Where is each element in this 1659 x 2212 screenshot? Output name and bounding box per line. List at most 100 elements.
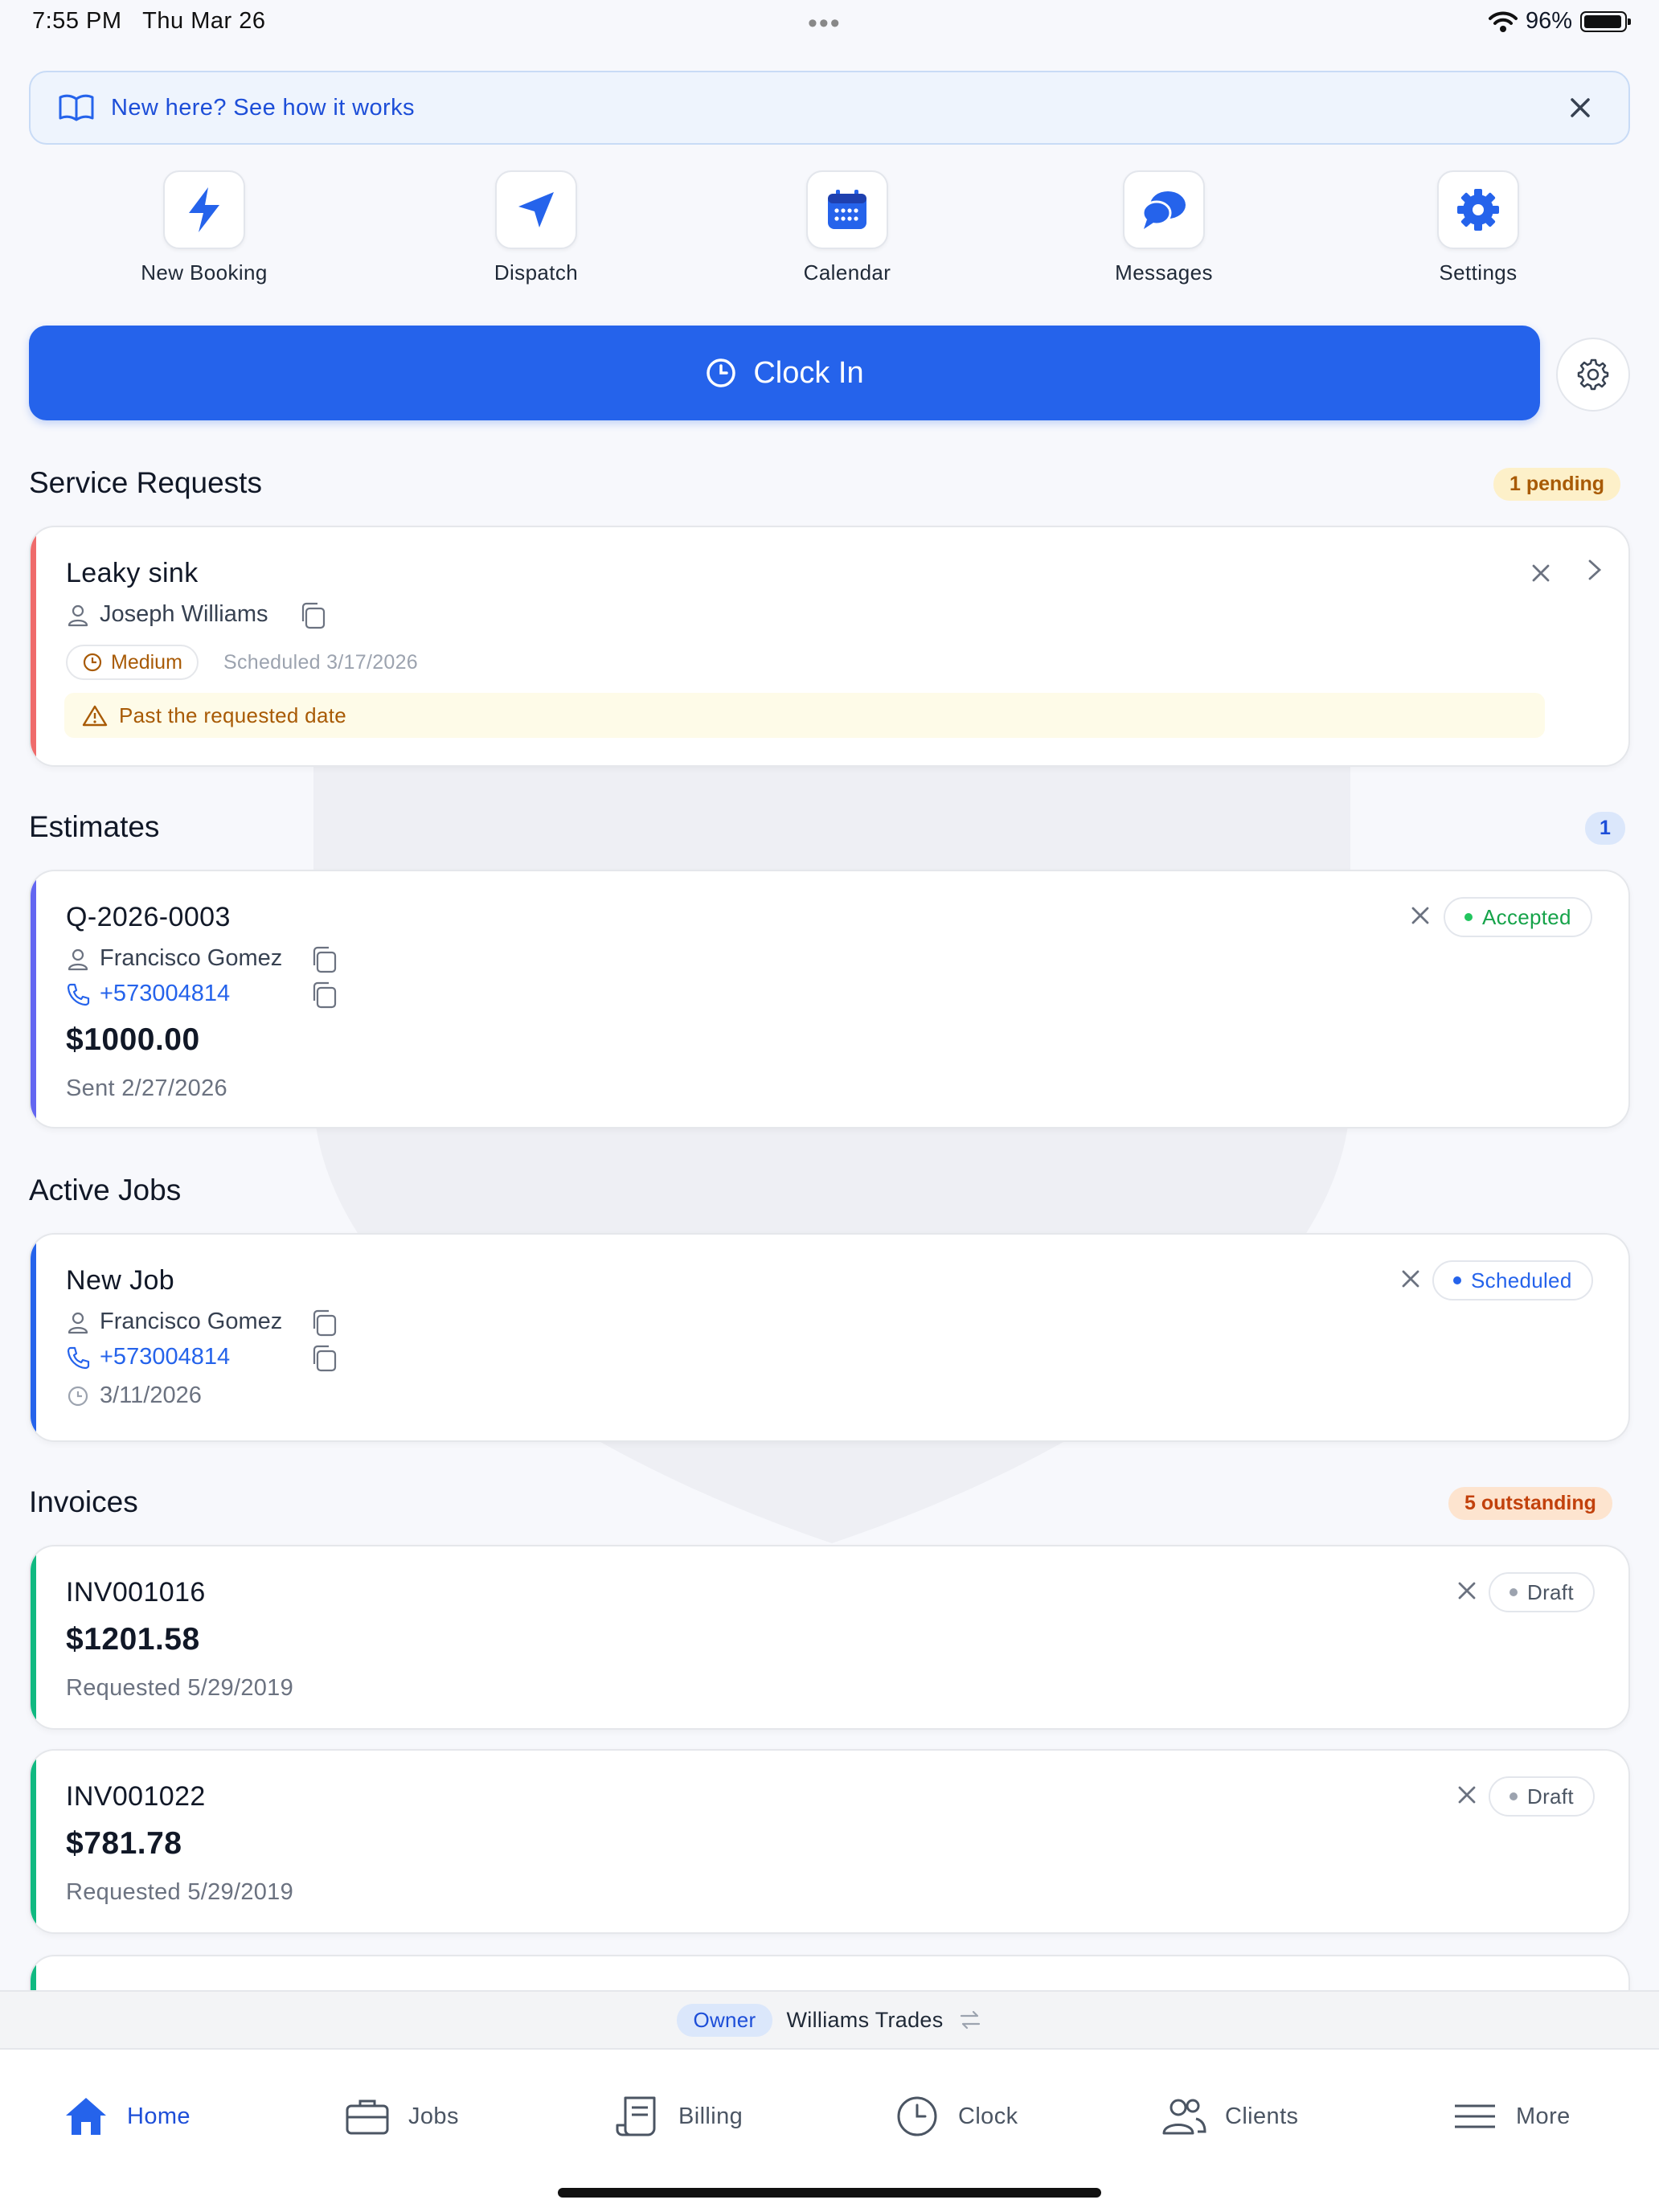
dismiss-icon[interactable]: [1453, 1781, 1481, 1809]
status-badge: Draft: [1489, 1572, 1595, 1612]
tab-jobs[interactable]: Jobs: [344, 2095, 459, 2138]
gear-icon: [1457, 189, 1499, 231]
receipt-icon: [616, 2096, 656, 2136]
quick-action-dispatch[interactable]: Dispatch: [456, 170, 616, 285]
clock-in-label: Clock In: [753, 355, 864, 390]
copy-icon[interactable]: [310, 1344, 339, 1373]
job-title: New Job: [66, 1265, 175, 1296]
tab-home[interactable]: Home: [63, 2095, 190, 2138]
quick-action-messages[interactable]: Messages: [1083, 170, 1244, 285]
estimates-count-badge: 1: [1585, 812, 1625, 845]
user-icon: [68, 604, 88, 626]
status-badge: Accepted: [1444, 897, 1592, 937]
client-row: Francisco Gomez: [66, 945, 282, 972]
estimate-amount: $1000.00: [66, 1022, 200, 1057]
phone-row[interactable]: +573004814: [66, 1344, 230, 1370]
calendar-icon: [828, 190, 866, 229]
copy-icon[interactable]: [310, 1309, 339, 1337]
scheduled-date: Scheduled 3/17/2026: [223, 651, 419, 674]
phone-row[interactable]: +573004814: [66, 981, 230, 1007]
service-request-title: Leaky sink: [66, 558, 199, 588]
status-indicators: 96%: [1488, 8, 1631, 35]
warning-icon: [82, 705, 108, 727]
requested-date: Requested 5/29/2019: [66, 1879, 294, 1905]
quick-action-settings[interactable]: Settings: [1398, 170, 1559, 285]
gear-icon: [1577, 358, 1609, 391]
dismiss-icon[interactable]: [1453, 1577, 1481, 1604]
tab-clock[interactable]: Clock: [894, 2095, 1018, 2138]
clock-settings-button[interactable]: [1556, 338, 1630, 412]
clock-icon: [83, 653, 102, 672]
user-icon: [68, 948, 88, 970]
client-name: Joseph Williams: [100, 601, 268, 627]
quick-action-new-booking[interactable]: New Booking: [124, 170, 285, 285]
phone-number[interactable]: +573004814: [100, 981, 230, 1007]
close-icon[interactable]: [1564, 92, 1596, 124]
job-card[interactable]: New Job Francisco Gomez +573004814 3/11/…: [29, 1233, 1630, 1442]
service-requests-title: Service Requests: [29, 466, 262, 499]
swap-icon[interactable]: [958, 2008, 982, 2032]
status-dot: [1453, 1276, 1461, 1284]
tab-clients[interactable]: Clients: [1161, 2095, 1298, 2138]
book-icon: [59, 94, 94, 121]
client-name: Francisco Gomez: [100, 1309, 283, 1334]
status-label: Draft: [1527, 1579, 1574, 1604]
menu-icon: [1455, 2104, 1495, 2128]
copy-icon[interactable]: [310, 945, 339, 974]
battery-percent: 96%: [1525, 8, 1572, 34]
banner-text[interactable]: New here? See how it works: [111, 95, 415, 121]
bolt-icon: [189, 187, 219, 232]
navigation-arrow-icon: [518, 192, 554, 227]
date-row: 3/11/2026: [66, 1382, 202, 1409]
status-label: Accepted: [1482, 904, 1571, 929]
overdue-warning: Past the requested date: [64, 693, 1545, 738]
invoice-id: INV001022: [66, 1781, 206, 1812]
priority-tag: Medium: [66, 645, 199, 680]
quick-action-calendar[interactable]: Calendar: [767, 170, 928, 285]
estimates-title: Estimates: [29, 810, 160, 843]
quick-actions: New Booking Dispatch Calendar Messages S…: [0, 170, 1659, 291]
client-row: Francisco Gomez: [66, 1309, 282, 1335]
outstanding-badge: 5 outstanding: [1448, 1487, 1612, 1520]
status-dot: [1509, 1792, 1518, 1800]
status-label: Scheduled: [1471, 1268, 1572, 1292]
job-date: 3/11/2026: [100, 1382, 202, 1408]
status-badge: Scheduled: [1432, 1260, 1593, 1301]
dismiss-icon[interactable]: [1527, 559, 1555, 587]
invoice-card[interactable]: INV001022 $781.78 Requested 5/29/2019 Dr…: [29, 1749, 1630, 1934]
service-request-card[interactable]: Leaky sink Joseph Williams Medium Schedu…: [29, 526, 1630, 767]
warning-text: Past the requested date: [119, 703, 346, 727]
account-switcher[interactable]: Owner Williams Trades: [0, 1990, 1659, 2048]
tab-billing[interactable]: Billing: [614, 2095, 743, 2138]
chevron-right-icon[interactable]: [1580, 556, 1608, 584]
chat-bubbles-icon: [1141, 191, 1186, 229]
phone-icon: [67, 983, 90, 1006]
status-label: Draft: [1527, 1784, 1574, 1809]
phone-icon: [67, 1346, 90, 1369]
clock-icon: [68, 1386, 88, 1406]
wifi-icon: [1488, 11, 1518, 32]
status-badge: Draft: [1489, 1776, 1595, 1817]
copy-icon[interactable]: [299, 601, 328, 630]
user-icon: [68, 1312, 88, 1333]
multitask-dots-icon[interactable]: •••: [808, 8, 842, 39]
copy-icon[interactable]: [310, 981, 339, 1010]
invoice-card[interactable]: INV001016 $1201.58 Requested 5/29/2019 D…: [29, 1545, 1630, 1730]
dismiss-icon[interactable]: [1397, 1265, 1424, 1292]
status-dot: [1509, 1588, 1518, 1596]
clock-in-button[interactable]: Clock In: [29, 326, 1540, 420]
sent-date: Sent 2/27/2026: [66, 1075, 227, 1101]
role-badge: Owner: [677, 2003, 772, 2037]
briefcase-icon: [346, 2099, 389, 2135]
tab-more[interactable]: More: [1452, 2095, 1571, 2138]
estimate-card[interactable]: Q-2026-0003 Francisco Gomez +573004814 $…: [29, 870, 1630, 1129]
dismiss-icon[interactable]: [1407, 902, 1434, 929]
battery-icon: [1580, 10, 1631, 32]
onboarding-banner[interactable]: New here? See how it works: [29, 71, 1630, 145]
priority-label: Medium: [111, 650, 182, 674]
invoices-title: Invoices: [29, 1485, 138, 1518]
status-dot: [1464, 913, 1473, 921]
phone-number[interactable]: +573004814: [100, 1344, 230, 1370]
clock-icon: [707, 358, 736, 387]
home-indicator[interactable]: [558, 2188, 1101, 2198]
